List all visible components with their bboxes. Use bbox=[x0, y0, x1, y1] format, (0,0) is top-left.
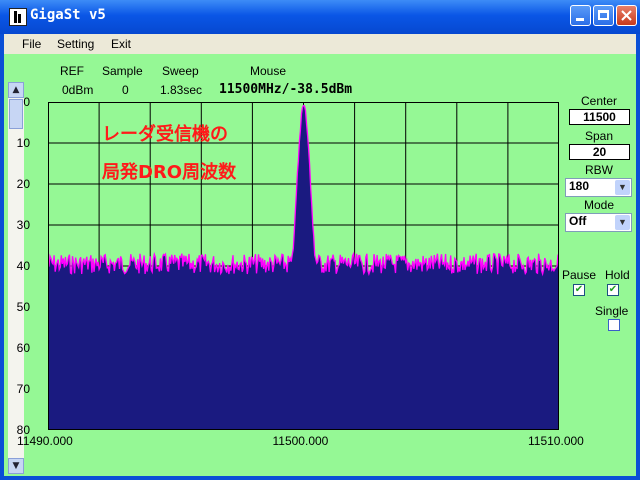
annotation-line-2: 局発DRO周波数 bbox=[102, 162, 237, 183]
single-label: Single bbox=[595, 304, 629, 318]
title-bar[interactable]: GigaSt v5 bbox=[0, 0, 640, 34]
minimize-button[interactable] bbox=[570, 5, 591, 26]
menu-setting[interactable]: Setting bbox=[57, 37, 94, 51]
maximize-icon bbox=[598, 10, 609, 20]
mode-value: Off bbox=[569, 214, 587, 228]
annotation-line-1: レーダ受信機の bbox=[102, 124, 228, 145]
app-window: GigaSt v5 File Setting Exit REF Sample S… bbox=[0, 0, 640, 480]
y-tick-label: 30 bbox=[16, 218, 30, 232]
single-checkbox[interactable] bbox=[608, 319, 620, 331]
center-label: Center bbox=[580, 94, 618, 108]
app-icon[interactable] bbox=[9, 8, 27, 26]
window-title: GigaSt v5 bbox=[30, 7, 106, 23]
y-tick-label: 70 bbox=[16, 382, 30, 396]
close-icon bbox=[621, 10, 632, 21]
mode-label: Mode bbox=[583, 198, 615, 212]
x-tick-label: 11500.000 bbox=[272, 434, 329, 448]
sample-value: 0 bbox=[122, 83, 129, 97]
y-tick-label: 0 bbox=[23, 95, 30, 109]
checkmark-icon: ✔ bbox=[608, 284, 618, 295]
span-input[interactable]: 20 bbox=[569, 144, 630, 160]
menu-file[interactable]: File bbox=[22, 37, 41, 51]
y-tick-label: 40 bbox=[16, 259, 30, 273]
chevron-down-icon: ▼ bbox=[12, 461, 20, 471]
scroll-down-button[interactable]: ▼ bbox=[8, 458, 24, 474]
minimize-icon bbox=[576, 18, 584, 21]
chevron-up-icon: ▲ bbox=[12, 85, 20, 95]
y-tick-label: 10 bbox=[16, 136, 30, 150]
x-tick-label: 11510.000 bbox=[528, 434, 584, 448]
chevron-down-icon[interactable]: ▼ bbox=[615, 180, 630, 195]
menu-exit[interactable]: Exit bbox=[111, 37, 131, 51]
ref-value: 0dBm bbox=[62, 83, 94, 97]
pause-checkbox[interactable]: ✔ bbox=[573, 284, 585, 296]
rbw-label: RBW bbox=[585, 163, 613, 177]
sweep-header: Sweep bbox=[162, 64, 199, 78]
y-tick-label: 20 bbox=[16, 177, 30, 191]
y-tick-label: 50 bbox=[16, 300, 30, 314]
sample-header: Sample bbox=[102, 64, 143, 78]
sweep-value: 1.83sec bbox=[160, 83, 203, 97]
maximize-button[interactable] bbox=[593, 5, 614, 26]
mouse-readout: 11500MHz/-38.5dBm bbox=[219, 82, 353, 97]
main-panel: REF Sample Sweep Mouse 0dBm 0 1.83sec 11… bbox=[4, 54, 636, 476]
close-button[interactable] bbox=[616, 5, 637, 26]
ref-header: REF bbox=[60, 64, 84, 78]
hold-label: Hold bbox=[605, 268, 630, 282]
rbw-value: 180 bbox=[569, 179, 590, 193]
y-tick-label: 60 bbox=[16, 341, 30, 355]
span-label: Span bbox=[584, 129, 614, 143]
spectrum-plot[interactable] bbox=[48, 102, 559, 430]
hold-checkbox[interactable]: ✔ bbox=[607, 284, 619, 296]
mode-select[interactable]: Off ▼ bbox=[565, 213, 632, 232]
mouse-header: Mouse bbox=[250, 64, 287, 78]
x-tick-label: 11490.000 bbox=[17, 434, 73, 448]
rbw-select[interactable]: 180 ▼ bbox=[565, 178, 632, 197]
checkmark-icon: ✔ bbox=[574, 284, 584, 295]
menu-bar: File Setting Exit bbox=[4, 34, 636, 54]
chevron-down-icon[interactable]: ▼ bbox=[615, 215, 630, 230]
pause-label: Pause bbox=[562, 268, 597, 282]
center-input[interactable]: 11500 bbox=[569, 109, 630, 125]
